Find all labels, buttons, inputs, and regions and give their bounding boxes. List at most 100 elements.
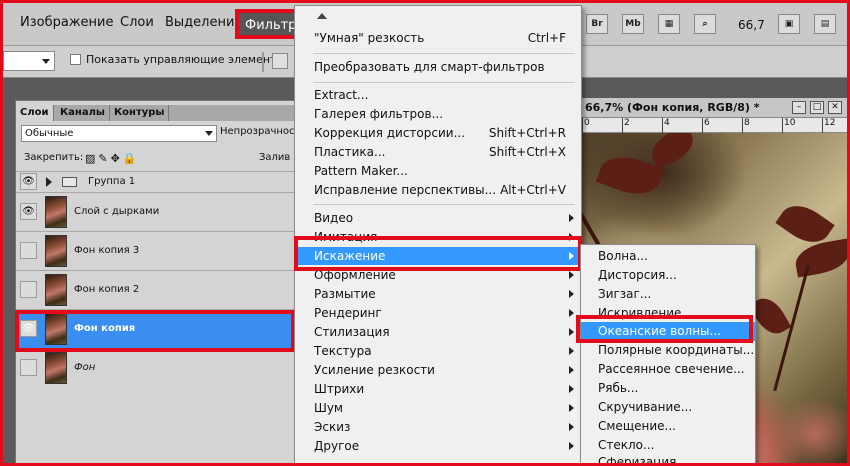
menu-item-label: Оформление — [314, 268, 396, 282]
ruler-label: 10 — [784, 118, 796, 128]
ruler-tick — [742, 118, 743, 133]
maximize-icon[interactable]: □ — [810, 101, 824, 114]
menu-item-shortcut: Shift+Ctrl+X — [489, 145, 566, 159]
menu-item-artistic[interactable]: Имитация — [295, 228, 581, 246]
layer-row[interactable]: 👁 Слой с дырками — [16, 192, 301, 231]
layer-name: Фон — [74, 362, 96, 373]
chevron-down-icon — [42, 59, 50, 64]
menu-select[interactable]: Выделение — [165, 15, 242, 30]
submenu-item-polar-coordinates[interactable]: Полярные координаты... — [581, 341, 755, 360]
submenu-item-ripple[interactable]: Рябь... — [581, 379, 755, 398]
visibility-toggle[interactable] — [20, 281, 37, 298]
layer-row-selected[interactable]: 👁 Фон копия — [16, 309, 301, 348]
ruler-tick — [782, 118, 783, 133]
align-top-icon[interactable] — [272, 53, 288, 69]
tab-layers[interactable]: Слои — [16, 105, 54, 121]
menu-item-sketch[interactable]: Эскиз — [295, 418, 581, 436]
menu-item-smart-sharpen[interactable]: "Умная" резкость Ctrl+F — [295, 29, 581, 47]
layer-thumbnail — [45, 313, 67, 345]
divider — [262, 52, 264, 72]
menu-item-stylize-decor[interactable]: Оформление — [295, 266, 581, 284]
menu-item-sharpen[interactable]: Усиление резкости — [295, 361, 581, 379]
menu-image[interactable]: Изображение — [20, 15, 113, 30]
layer-row[interactable]: Фон копия 3 — [16, 231, 301, 270]
eye-icon[interactable]: 👁 — [20, 173, 37, 190]
zoom-level[interactable]: 66,7 — [738, 18, 765, 32]
submenu-arrow-icon — [569, 404, 574, 412]
minimize-icon[interactable]: – — [792, 101, 806, 114]
submenu-arrow-icon — [569, 252, 574, 260]
menu-item-label: Рябь... — [598, 381, 639, 395]
submenu-item-ocean-ripple[interactable]: Океанские волны... — [581, 322, 755, 341]
ruler-tick — [622, 118, 623, 133]
submenu-item-shear[interactable]: Искривление... — [581, 304, 755, 323]
mini-bridge-icon[interactable]: Mb — [622, 14, 644, 34]
layer-name: Фон копия 3 — [74, 245, 140, 256]
menu-item-label: Дисторсия... — [598, 268, 677, 282]
menu-item-other[interactable]: Другое — [295, 437, 581, 455]
zoom-tool-icon[interactable]: ⌕ — [694, 14, 716, 34]
submenu-item-distort[interactable]: Дисторсия... — [581, 266, 755, 285]
layer-row-group-1[interactable]: 👁 Группа 1 — [16, 171, 301, 192]
show-controls-checkbox[interactable] — [70, 54, 81, 65]
lock-icons[interactable]: ▨✎✥🔒 — [85, 152, 140, 165]
menu-item-label: Волна... — [598, 249, 648, 263]
menu-item-label: Текстура — [314, 344, 372, 358]
layer-row[interactable]: Фон копия 2 — [16, 270, 301, 309]
eye-icon[interactable]: 👁 — [20, 320, 37, 337]
ruler-tick — [702, 118, 703, 133]
blend-mode-select[interactable]: Обычные — [21, 125, 217, 142]
menu-item-vanishing-point[interactable]: Исправление перспективы... Alt+Ctrl+V — [295, 181, 581, 199]
layer-thumbnail — [45, 235, 67, 267]
menu-item-label: Pattern Maker... — [314, 164, 408, 178]
menu-item-distort[interactable]: Искажение — [295, 247, 581, 265]
menu-item-brush-strokes[interactable]: Штрихи — [295, 380, 581, 398]
menu-item-lens-correction[interactable]: Коррекция дисторсии... Shift+Ctrl+R — [295, 124, 581, 142]
menu-item-convert-smart-filters[interactable]: Преобразовать для смарт-фильтров — [295, 58, 581, 76]
menu-item-blur[interactable]: Размытие — [295, 285, 581, 303]
expand-triangle-icon[interactable] — [46, 177, 52, 187]
menu-item-liquify[interactable]: Пластика... Shift+Ctrl+X — [295, 143, 581, 161]
arrange-documents-icon[interactable]: ▣ — [778, 14, 800, 34]
menu-item-noise[interactable]: Шум — [295, 399, 581, 417]
bridge-icon[interactable]: Br — [586, 14, 608, 34]
scroll-up-icon[interactable] — [317, 13, 327, 19]
filter-menu: "Умная" резкость Ctrl+F Преобразовать дл… — [294, 5, 582, 466]
menu-item-render[interactable]: Рендеринг — [295, 304, 581, 322]
auto-select-dropdown[interactable] — [3, 51, 55, 71]
menu-item-shortcut: Ctrl+F — [527, 31, 566, 45]
horizontal-ruler: 0 2 4 6 8 10 12 — [570, 118, 850, 133]
layer-row[interactable]: Фон — [16, 348, 301, 387]
visibility-toggle[interactable] — [20, 242, 37, 259]
visibility-toggle[interactable] — [20, 359, 37, 376]
menu-layers[interactable]: Слои — [120, 15, 154, 30]
menu-item-extract[interactable]: Extract... — [295, 86, 581, 104]
menu-item-stylize[interactable]: Стилизация — [295, 323, 581, 341]
submenu-item-spherize[interactable]: Сферизация... — [581, 453, 755, 465]
close-icon[interactable]: ✕ — [828, 101, 842, 114]
chevron-down-icon — [205, 131, 213, 136]
tab-paths[interactable]: Контуры — [110, 105, 170, 121]
submenu-item-twirl[interactable]: Скручивание... — [581, 398, 755, 417]
submenu-arrow-icon — [569, 442, 574, 450]
fill-label: Залив — [259, 152, 291, 163]
submenu-item-diffuse-glow[interactable]: Рассеянное свечение... — [581, 360, 755, 379]
submenu-item-zigzag[interactable]: Зигзаг... — [581, 285, 755, 304]
menu-item-texture[interactable]: Текстура — [295, 342, 581, 360]
tab-channels[interactable]: Каналы — [56, 105, 110, 121]
menu-item-pattern-maker[interactable]: Pattern Maker... — [295, 162, 581, 180]
menu-item-label: Зигзаг... — [598, 287, 652, 301]
menu-item-label: Полярные координаты... — [598, 343, 755, 357]
menu-item-filter-gallery[interactable]: Галерея фильтров... — [295, 105, 581, 123]
menu-item-label: Extract... — [314, 88, 369, 102]
ruler-label: 0 — [584, 118, 590, 128]
menu-item-label: Размытие — [314, 287, 376, 301]
menu-item-video[interactable]: Видео — [295, 209, 581, 227]
view-extras-icon[interactable]: ▦ — [658, 14, 680, 34]
submenu-item-displace[interactable]: Смещение... — [581, 417, 755, 436]
eye-icon[interactable]: 👁 — [20, 203, 37, 220]
submenu-item-wave[interactable]: Волна... — [581, 247, 755, 266]
screen-mode-icon[interactable]: ▤ — [814, 14, 836, 34]
menu-item-label: Искажение — [314, 249, 386, 263]
leaf-shape — [792, 238, 850, 278]
